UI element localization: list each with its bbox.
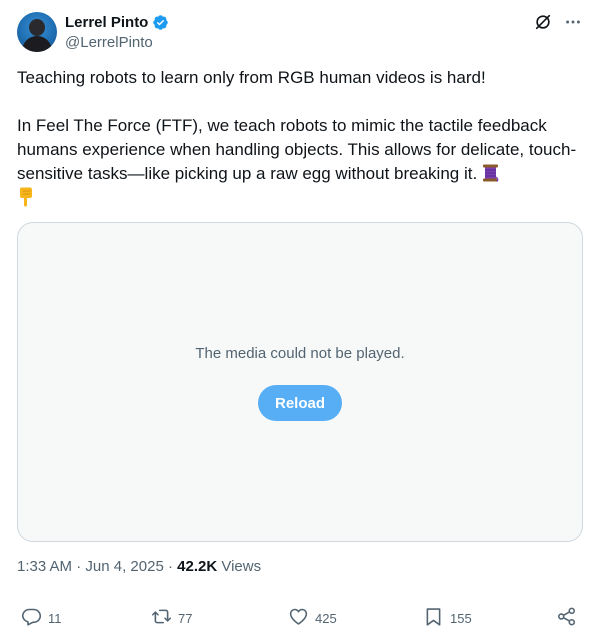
- bookmark-button[interactable]: 155: [423, 606, 472, 630]
- repost-button[interactable]: 77: [151, 606, 192, 630]
- bookmark-count: 155: [450, 610, 472, 626]
- name-row: Lerrel Pinto: [65, 14, 169, 31]
- header-actions: [533, 12, 583, 32]
- tweet-actions: 11 77 425 155: [21, 606, 579, 632]
- avatar-body: [22, 36, 52, 52]
- tweet-paragraph-2: In Feel The Force (FTF), we teach robots…: [17, 114, 583, 210]
- media-error-message: The media could not be played.: [195, 345, 405, 362]
- tweet-paragraph-1: Teaching robots to learn only from RGB h…: [17, 66, 583, 90]
- views-count: 42.2K: [177, 558, 218, 575]
- share-icon: [556, 606, 577, 630]
- reply-button[interactable]: 11: [21, 606, 62, 630]
- repost-count: 77: [178, 610, 193, 626]
- tweet-time[interactable]: 1:33 AM: [17, 558, 72, 575]
- tweet-meta: 1:33 AM · Jun 4, 2025 · 42.2K Views: [17, 558, 261, 575]
- tweet-header: Lerrel Pinto @LerrelPinto: [17, 12, 583, 54]
- tweet-date[interactable]: Jun 4, 2025: [85, 558, 163, 575]
- tweet-paragraph-1-text: Teaching robots to learn only from RGB h…: [17, 68, 486, 87]
- repost-icon: [151, 606, 172, 630]
- meta-separator: ·: [76, 558, 82, 575]
- like-count: 425: [315, 610, 337, 626]
- meta-separator-2: ·: [167, 558, 173, 575]
- more-icon[interactable]: [563, 12, 583, 32]
- author-handle[interactable]: @LerrelPinto: [65, 34, 153, 51]
- views-label: Views: [221, 558, 262, 575]
- pointing-down-emoji-icon: [17, 187, 35, 207]
- reload-button[interactable]: Reload: [258, 385, 342, 421]
- heart-icon: [288, 606, 309, 630]
- media-container: The media could not be played. Reload: [17, 222, 583, 542]
- reply-icon: [21, 606, 42, 630]
- display-name[interactable]: Lerrel Pinto: [65, 14, 148, 31]
- reply-count: 11: [48, 610, 62, 626]
- share-button[interactable]: [556, 606, 577, 630]
- verified-badge-icon: [152, 14, 169, 31]
- bookmark-icon: [423, 606, 444, 630]
- tweet-text: Teaching robots to learn only from RGB h…: [17, 66, 583, 210]
- grok-icon[interactable]: [533, 12, 553, 32]
- avatar[interactable]: [17, 12, 57, 52]
- like-button[interactable]: 425: [288, 606, 337, 630]
- thread-spool-emoji-icon: [482, 164, 499, 182]
- avatar-head: [29, 19, 45, 36]
